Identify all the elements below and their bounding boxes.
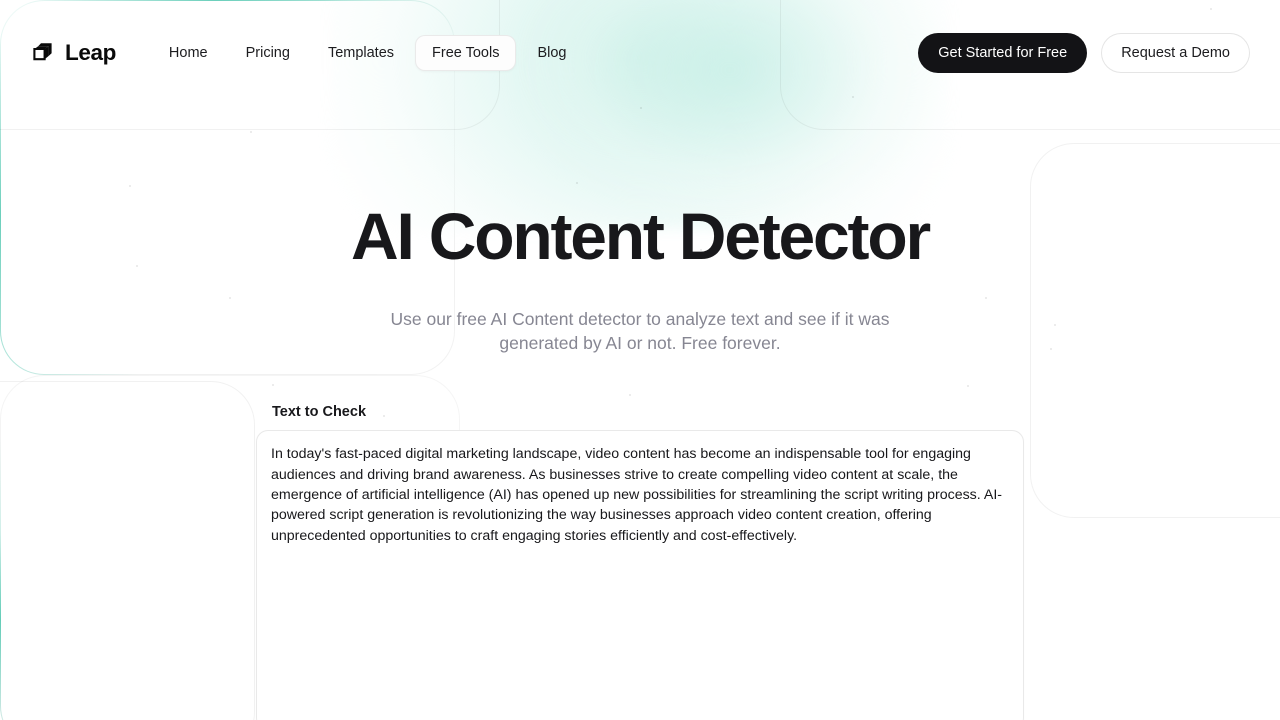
- nav-item-pricing[interactable]: Pricing: [229, 35, 307, 71]
- text-to-check-input[interactable]: [256, 430, 1024, 720]
- page-subtitle: Use our free AI Content detector to anal…: [390, 308, 890, 354]
- nav-item-free-tools[interactable]: Free Tools: [415, 35, 517, 71]
- decorative-rounded-rect-low-left: [0, 381, 255, 720]
- main-navigation: Home Pricing Templates Free Tools Blog: [152, 35, 584, 71]
- request-demo-button[interactable]: Request a Demo: [1101, 33, 1250, 73]
- text-to-check-label: Text to Check: [272, 404, 367, 421]
- site-header: Leap Home Pricing Templates Free Tools B…: [0, 0, 1280, 106]
- detector-tool: Text to Check: [256, 404, 1024, 720]
- speck: [272, 384, 274, 386]
- nav-item-blog[interactable]: Blog: [520, 35, 583, 71]
- brand-logo-link[interactable]: Leap: [30, 40, 116, 66]
- nav-item-home[interactable]: Home: [152, 35, 225, 71]
- brand-name: Leap: [65, 40, 116, 65]
- speck: [967, 385, 969, 387]
- page-title: AI Content Detector: [351, 199, 931, 273]
- speck: [629, 394, 631, 396]
- header-actions: Get Started for Free Request a Demo: [918, 33, 1250, 73]
- cube-icon: [30, 40, 56, 66]
- nav-item-templates[interactable]: Templates: [311, 35, 411, 71]
- hero-section: AI Content Detector Use our free AI Cont…: [0, 106, 1280, 356]
- get-started-button[interactable]: Get Started for Free: [918, 33, 1088, 73]
